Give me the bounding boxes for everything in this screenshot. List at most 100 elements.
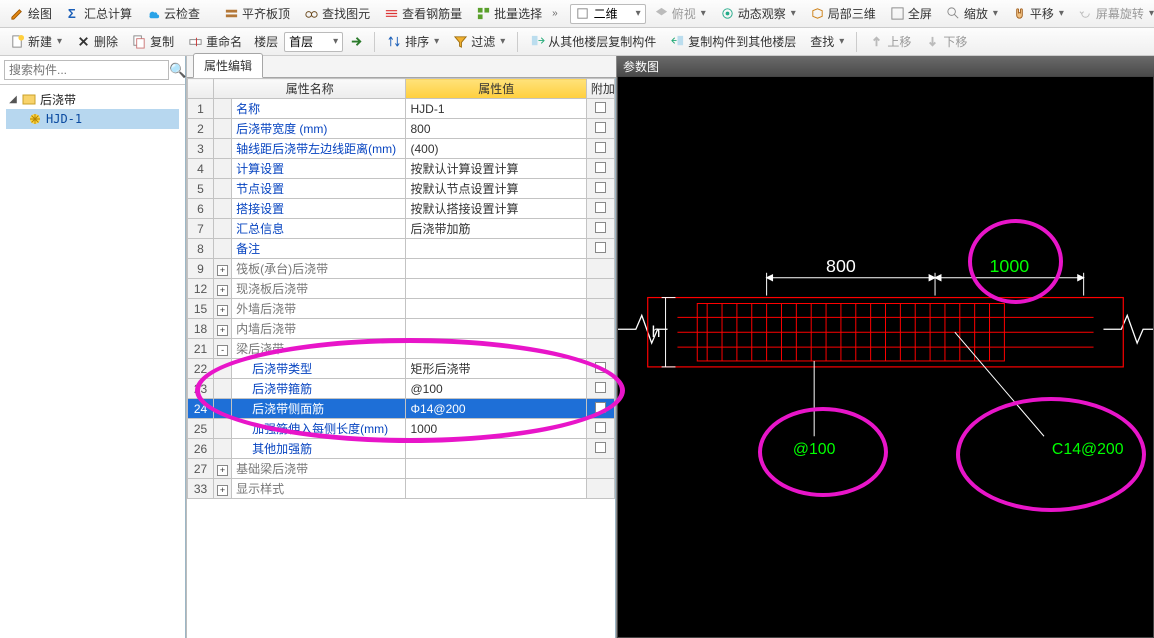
overflow-chevron[interactable]: »	[552, 8, 558, 19]
table-row[interactable]: 24后浇带侧面筋Φ14@200	[188, 399, 615, 419]
find-element-button[interactable]: 查找图元	[298, 3, 376, 24]
attach-cell[interactable]	[586, 419, 614, 439]
col-header-name[interactable]: 属性名称	[214, 79, 406, 99]
attach-cell[interactable]	[586, 199, 614, 219]
table-row[interactable]: 18+内墙后浇带	[188, 319, 615, 339]
expand-cell[interactable]: -	[214, 339, 232, 359]
attach-cell[interactable]	[586, 459, 614, 479]
attach-cell[interactable]	[586, 119, 614, 139]
batch-select-button[interactable]: 批量选择	[470, 3, 548, 24]
expand-cell[interactable]: +	[214, 459, 232, 479]
tree-root-item[interactable]: ◢ 后浇带	[6, 89, 179, 109]
prop-value[interactable]: Φ14@200	[406, 399, 586, 419]
col-header-attach[interactable]: 附加	[586, 79, 614, 99]
col-header-value[interactable]: 属性值	[406, 79, 586, 99]
attach-cell[interactable]	[586, 139, 614, 159]
attach-cell[interactable]	[586, 339, 614, 359]
table-row[interactable]: 22后浇带类型矩形后浇带	[188, 359, 615, 379]
prop-value[interactable]	[406, 319, 586, 339]
pan-button[interactable]: 平移▾	[1006, 3, 1070, 24]
search-button[interactable]: 🔍	[169, 60, 186, 80]
table-row[interactable]: 6搭接设置按默认搭接设置计算	[188, 199, 615, 219]
table-row[interactable]: 3轴线距后浇带左边线距离(mm)(400)	[188, 139, 615, 159]
dynview-button[interactable]: 动态观察▾	[714, 3, 802, 24]
table-row[interactable]: 8备注	[188, 239, 615, 259]
cloud-check-button[interactable]: 云检查	[140, 3, 206, 24]
local3d-button[interactable]: 局部三维	[804, 3, 882, 24]
prop-value[interactable]	[406, 239, 586, 259]
prop-value[interactable]	[406, 299, 586, 319]
attach-cell[interactable]	[586, 159, 614, 179]
table-row[interactable]: 5节点设置按默认节点设置计算	[188, 179, 615, 199]
expand-cell[interactable]: +	[214, 319, 232, 339]
flattop-button[interactable]: 平齐板顶	[218, 3, 296, 24]
rename-button[interactable]: 重命名	[182, 31, 248, 52]
view-mode-input[interactable]	[594, 7, 630, 21]
attach-cell[interactable]	[586, 439, 614, 459]
attach-cell[interactable]	[586, 219, 614, 239]
prop-value[interactable]: @100	[406, 379, 586, 399]
view-mode-combo[interactable]: ▾	[570, 4, 646, 24]
table-row[interactable]: 23后浇带箍筋@100	[188, 379, 615, 399]
table-row[interactable]: 27+基础梁后浇带	[188, 459, 615, 479]
sumcalc-button[interactable]: Σ汇总计算	[60, 3, 138, 24]
filter-button[interactable]: 过滤▾	[447, 31, 511, 52]
prop-value[interactable]: 800	[406, 119, 586, 139]
draw-button[interactable]: 绘图	[4, 3, 58, 24]
table-row[interactable]: 33+显示样式	[188, 479, 615, 499]
table-row[interactable]: 1名称HJD-1	[188, 99, 615, 119]
floor-apply-button[interactable]	[345, 32, 368, 51]
floor-input[interactable]	[289, 35, 327, 49]
table-row[interactable]: 21-梁后浇带	[188, 339, 615, 359]
attach-cell[interactable]	[586, 479, 614, 499]
prop-value[interactable]: HJD-1	[406, 99, 586, 119]
tree-child-item[interactable]: HJD-1	[6, 109, 179, 129]
expand-cell[interactable]: +	[214, 259, 232, 279]
search-input[interactable]	[4, 60, 169, 80]
attach-cell[interactable]	[586, 319, 614, 339]
prop-value[interactable]	[406, 479, 586, 499]
prop-value[interactable]	[406, 259, 586, 279]
move-up-button[interactable]: 上移	[863, 31, 917, 52]
prop-value[interactable]	[406, 459, 586, 479]
move-down-button[interactable]: 下移	[919, 31, 973, 52]
attach-cell[interactable]	[586, 239, 614, 259]
diagram-canvas[interactable]: 800 1000 h	[617, 76, 1154, 638]
table-row[interactable]: 26其他加强筋	[188, 439, 615, 459]
attach-cell[interactable]	[586, 99, 614, 119]
expand-cell[interactable]: +	[214, 479, 232, 499]
fullscreen-button[interactable]: 全屏	[884, 3, 938, 24]
find-button[interactable]: 查找▾	[804, 31, 850, 52]
prop-value[interactable]	[406, 439, 586, 459]
table-row[interactable]: 25加强筋伸入每侧长度(mm)1000	[188, 419, 615, 439]
prop-value[interactable]	[406, 339, 586, 359]
prop-value[interactable]: 按默认计算设置计算	[406, 159, 586, 179]
table-row[interactable]: 2后浇带宽度 (mm)800	[188, 119, 615, 139]
table-row[interactable]: 12+现浇板后浇带	[188, 279, 615, 299]
fushi-button[interactable]: 俯视▾	[648, 3, 712, 24]
floor-combo[interactable]: ▾	[284, 32, 343, 52]
copy-from-floor-button[interactable]: 从其他楼层复制构件	[524, 31, 662, 52]
table-row[interactable]: 7汇总信息后浇带加筋	[188, 219, 615, 239]
view-rebar-button[interactable]: 查看钢筋量	[378, 3, 468, 24]
new-button[interactable]: 新建▾	[4, 31, 68, 52]
attach-cell[interactable]	[586, 259, 614, 279]
prop-value[interactable]: 1000	[406, 419, 586, 439]
prop-value[interactable]: 按默认搭接设置计算	[406, 199, 586, 219]
table-row[interactable]: 9+筏板(承台)后浇带	[188, 259, 615, 279]
prop-value[interactable]: 后浇带加筋	[406, 219, 586, 239]
table-row[interactable]: 4计算设置按默认计算设置计算	[188, 159, 615, 179]
attach-cell[interactable]	[586, 279, 614, 299]
screenrot-button[interactable]: 屏幕旋转▾	[1072, 3, 1154, 24]
prop-value[interactable]: 矩形后浇带	[406, 359, 586, 379]
zoom-button[interactable]: 缩放▾	[940, 3, 1004, 24]
attach-cell[interactable]	[586, 179, 614, 199]
attach-cell[interactable]	[586, 379, 614, 399]
expand-cell[interactable]: +	[214, 279, 232, 299]
copy-to-floor-button[interactable]: 复制构件到其他楼层	[664, 31, 802, 52]
tab-property-edit[interactable]: 属性编辑	[193, 53, 263, 78]
sort-button[interactable]: 排序▾	[381, 31, 445, 52]
delete-button[interactable]: 删除	[70, 31, 124, 52]
prop-value[interactable]	[406, 279, 586, 299]
attach-cell[interactable]	[586, 359, 614, 379]
